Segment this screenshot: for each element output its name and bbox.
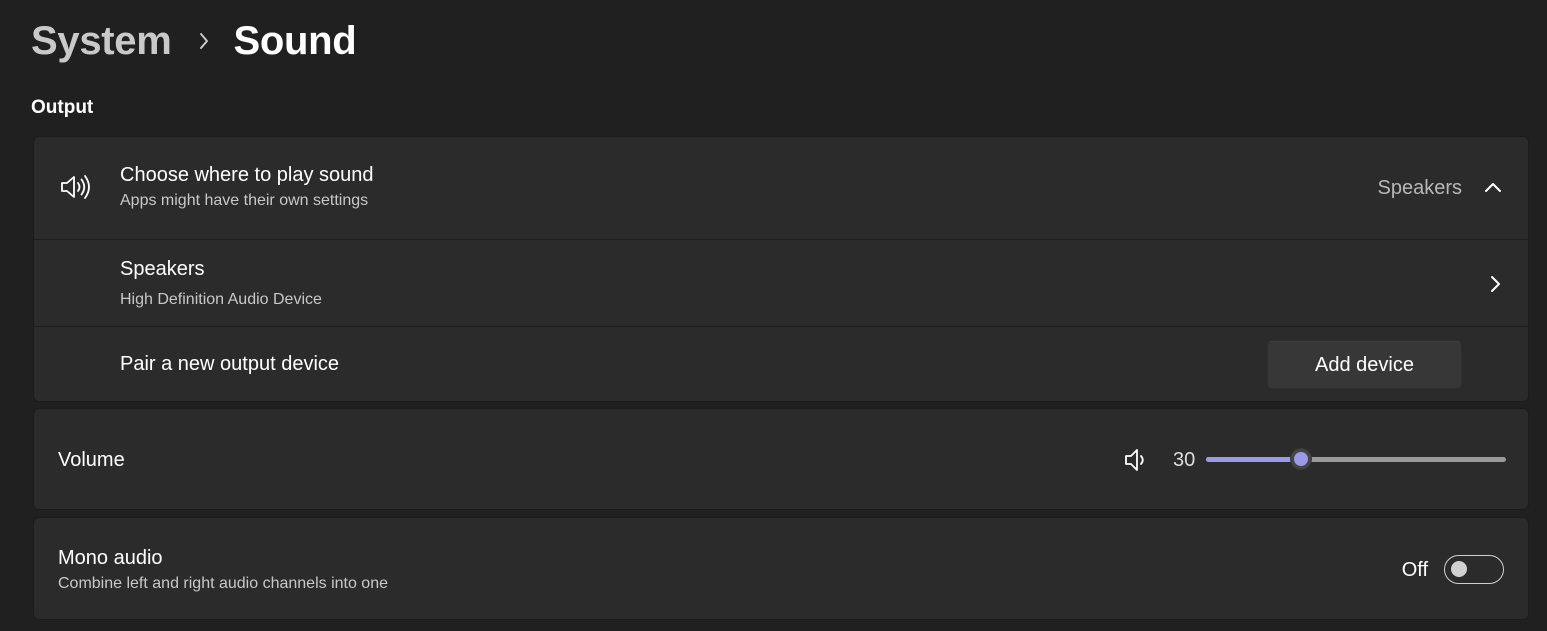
selected-output-value: Speakers <box>1377 177 1463 199</box>
breadcrumb-system-link[interactable]: System <box>31 19 172 64</box>
volume-value: 30 <box>1173 449 1196 471</box>
mono-audio-toggle[interactable] <box>1444 555 1504 584</box>
chevron-up-icon[interactable] <box>1484 179 1502 197</box>
output-section-title: Output <box>31 97 94 118</box>
breadcrumb: System Sound <box>31 14 357 68</box>
toggle-knob <box>1451 561 1467 577</box>
chevron-right-icon <box>198 31 210 51</box>
volume-slider-fill <box>1206 457 1301 462</box>
add-device-button[interactable]: Add device <box>1267 341 1462 389</box>
pair-device-label: Pair a new output device <box>120 353 340 375</box>
device-name: Speakers <box>120 258 205 280</box>
device-description: High Definition Audio Device <box>120 291 322 308</box>
volume-slider-thumb[interactable] <box>1290 448 1312 470</box>
speaker-volume-icon <box>60 173 92 201</box>
volume-card: Volume 30 <box>33 408 1529 510</box>
mono-audio-state: Off <box>1401 559 1428 581</box>
volume-slider-thumb-dot <box>1294 452 1308 466</box>
mono-audio-title: Mono audio <box>58 547 163 569</box>
mono-audio-card: Mono audio Combine left and right audio … <box>33 517 1529 620</box>
page-title: Sound <box>233 18 357 63</box>
choose-output-row[interactable]: Choose where to play sound Apps might ha… <box>34 137 1528 239</box>
chevron-right-icon <box>1488 274 1502 294</box>
volume-label: Volume <box>58 449 125 471</box>
mono-audio-subtitle: Combine left and right audio channels in… <box>58 575 388 592</box>
speaker-low-icon[interactable] <box>1124 447 1148 473</box>
output-device-speakers[interactable]: Speakers High Definition Audio Device <box>34 239 1528 326</box>
choose-output-title: Choose where to play sound <box>120 164 374 186</box>
pair-output-device-row: Pair a new output device Add device <box>34 326 1528 403</box>
output-card: Choose where to play sound Apps might ha… <box>33 136 1529 402</box>
choose-output-subtitle: Apps might have their own settings <box>120 192 369 209</box>
volume-slider[interactable] <box>1206 448 1506 470</box>
